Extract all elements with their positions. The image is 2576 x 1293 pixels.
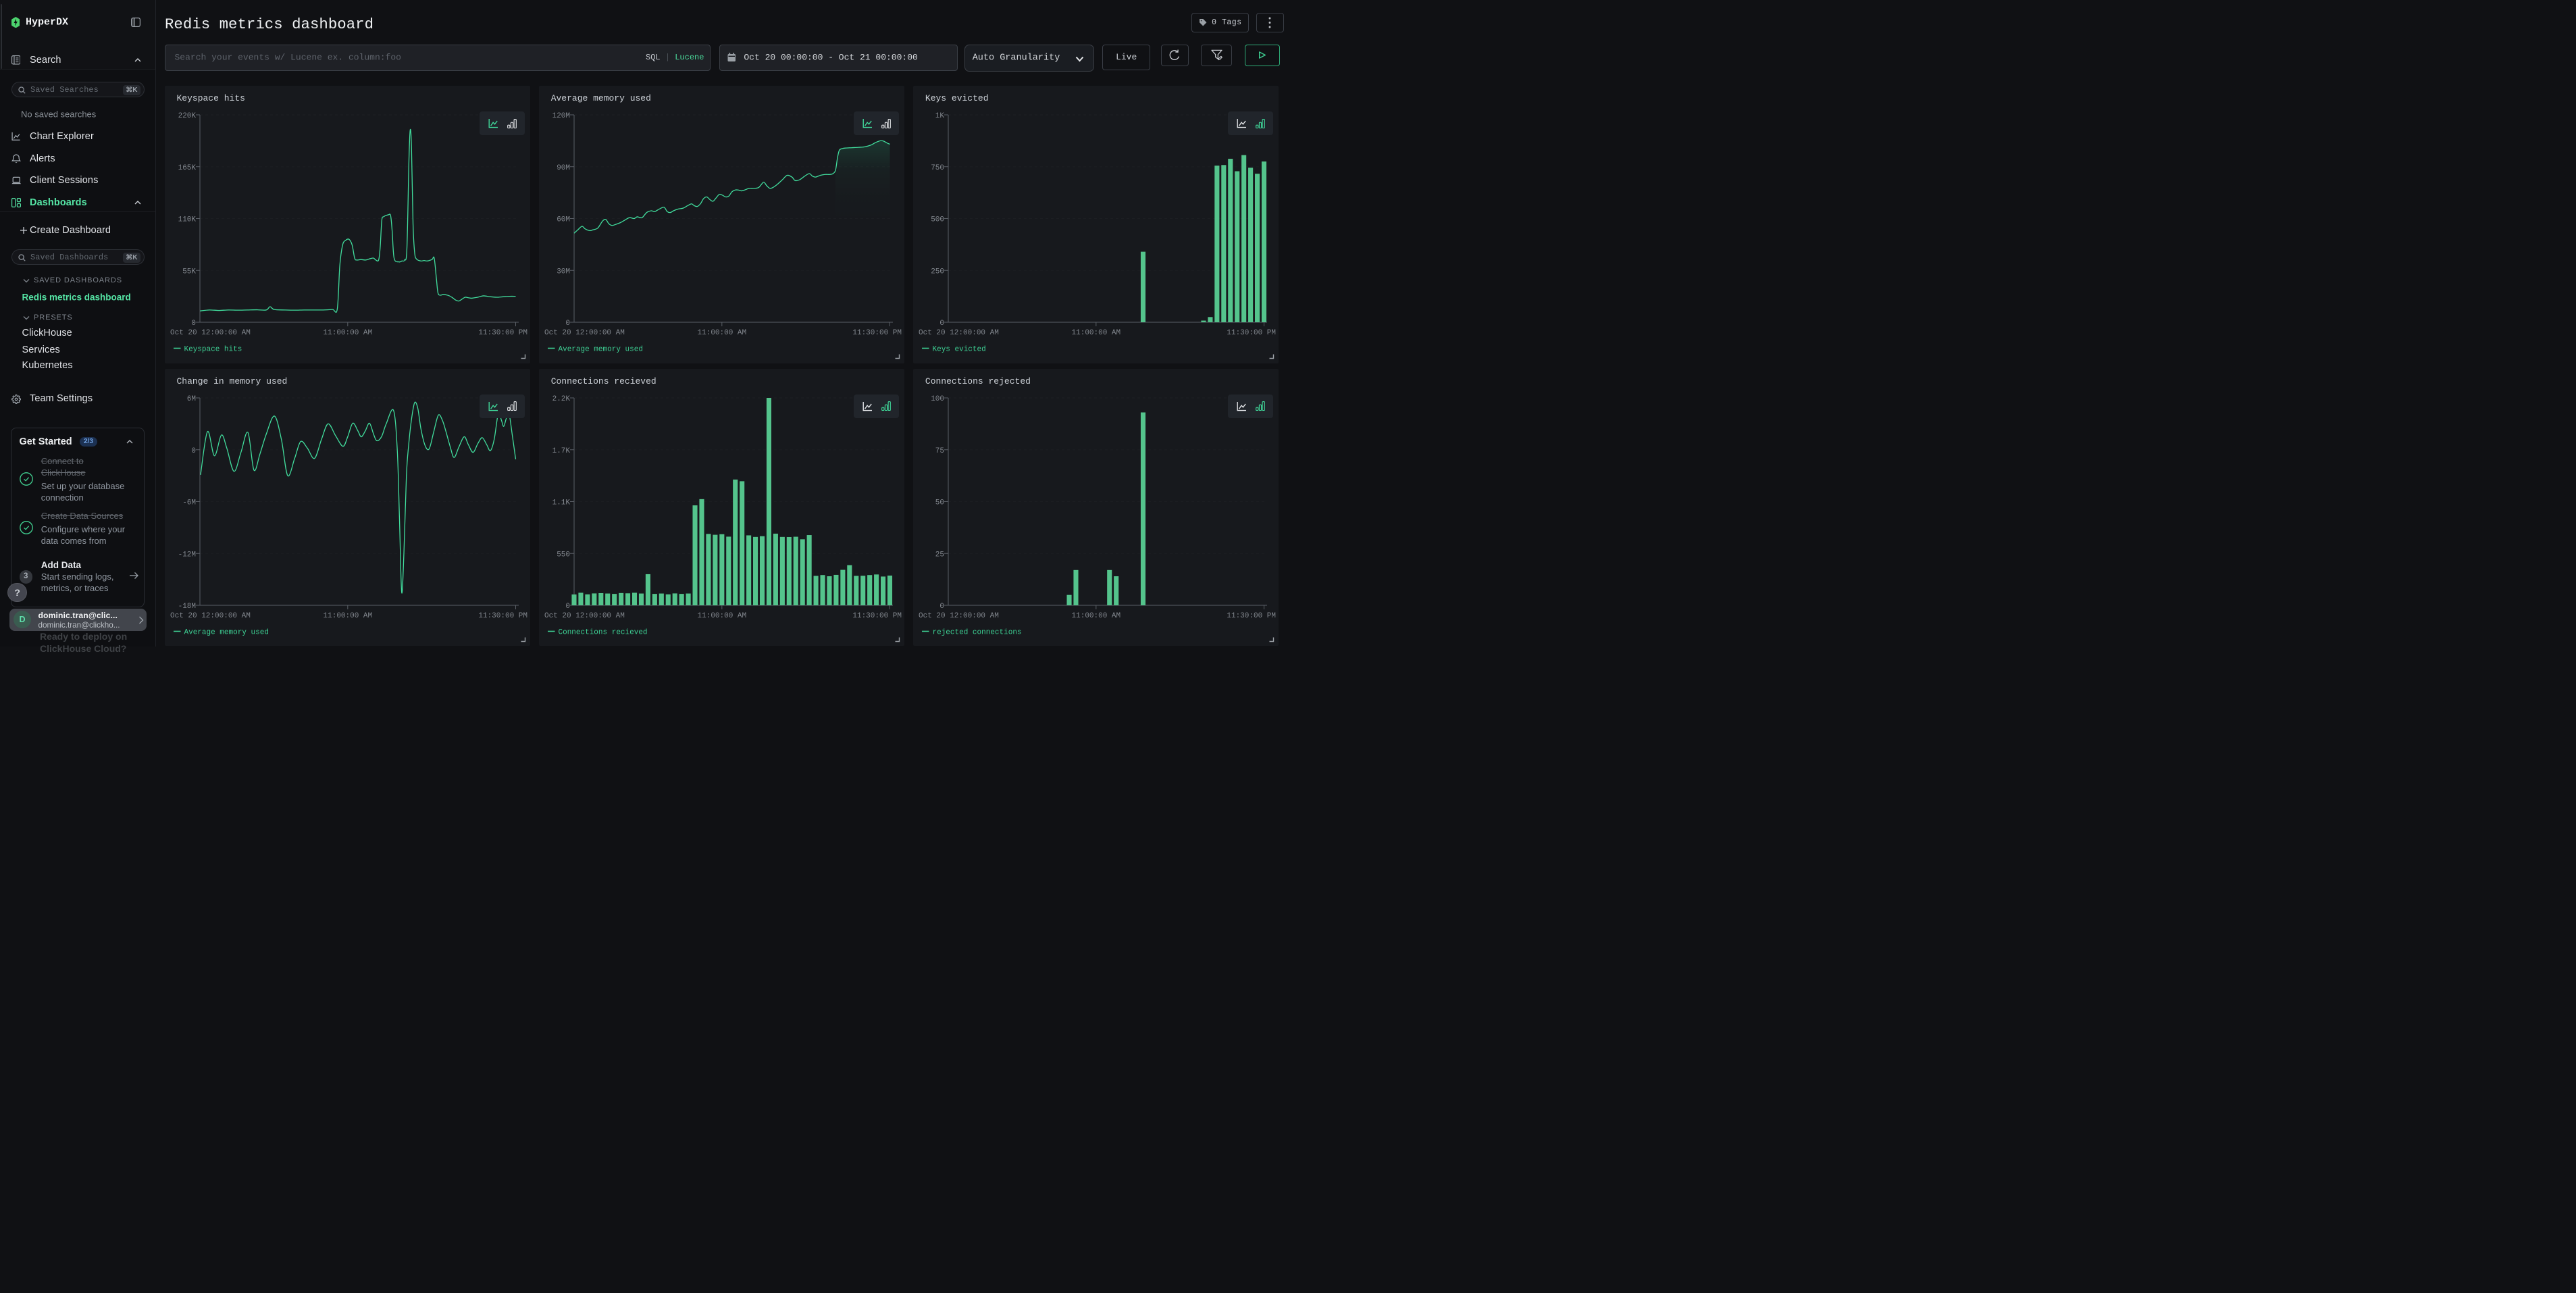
svg-text:11:00:00 AM: 11:00:00 AM (697, 329, 746, 337)
svg-text:0: 0 (939, 320, 944, 328)
svg-text:0: 0 (939, 603, 944, 611)
svg-text:Oct 20 12:00:00 AM: Oct 20 12:00:00 AM (544, 329, 625, 337)
svg-text:rejected connections: rejected connections (932, 628, 1021, 636)
svg-text:-12M: -12M (178, 551, 195, 559)
svg-text:220K: 220K (178, 112, 196, 120)
svg-text:75: 75 (935, 447, 944, 455)
svg-text:11:00:00 AM: 11:00:00 AM (1071, 612, 1120, 620)
svg-text:Oct 20 12:00:00 AM: Oct 20 12:00:00 AM (544, 612, 625, 620)
svg-text:1.7K: 1.7K (552, 447, 570, 455)
svg-text:6M: 6M (186, 395, 195, 403)
svg-text:Oct 20 12:00:00 AM: Oct 20 12:00:00 AM (170, 329, 251, 337)
svg-text:110K: 110K (178, 216, 196, 224)
svg-text:11:30:00 PM: 11:30:00 PM (478, 329, 527, 337)
svg-text:0: 0 (191, 320, 196, 328)
svg-text:11:00:00 AM: 11:00:00 AM (697, 612, 746, 620)
svg-text:90M: 90M (557, 164, 570, 172)
svg-text:250: 250 (931, 268, 944, 276)
svg-text:Oct 20 12:00:00 AM: Oct 20 12:00:00 AM (170, 612, 251, 620)
svg-text:100: 100 (931, 395, 944, 403)
svg-text:55K: 55K (182, 268, 196, 276)
svg-text:25: 25 (935, 551, 944, 559)
svg-text:30M: 30M (557, 268, 570, 276)
svg-text:11:30:00 PM: 11:30:00 PM (1227, 612, 1276, 620)
svg-text:50: 50 (935, 499, 944, 507)
svg-text:550: 550 (557, 551, 570, 559)
svg-text:500: 500 (931, 216, 944, 224)
svg-text:-6M: -6M (182, 499, 196, 507)
svg-text:1K: 1K (935, 112, 945, 120)
svg-text:11:30:00 PM: 11:30:00 PM (852, 329, 902, 337)
svg-text:165K: 165K (178, 164, 196, 172)
svg-text:11:30:00 PM: 11:30:00 PM (1227, 329, 1276, 337)
svg-text:11:00:00 AM: 11:00:00 AM (323, 612, 372, 620)
svg-text:-18M: -18M (178, 603, 195, 611)
svg-text:11:30:00 PM: 11:30:00 PM (478, 612, 527, 620)
svg-text:750: 750 (931, 164, 944, 172)
svg-text:Keys evicted: Keys evicted (932, 345, 985, 353)
svg-text:120M: 120M (552, 112, 569, 120)
svg-text:0: 0 (565, 320, 570, 328)
svg-text:11:00:00 AM: 11:00:00 AM (1071, 329, 1120, 337)
svg-text:Connections recieved: Connections recieved (558, 628, 647, 636)
svg-text:11:00:00 AM: 11:00:00 AM (323, 329, 372, 337)
svg-text:Keyspace hits: Keyspace hits (184, 345, 242, 353)
svg-text:11:30:00 PM: 11:30:00 PM (852, 612, 902, 620)
svg-text:Oct 20 12:00:00 AM: Oct 20 12:00:00 AM (919, 612, 999, 620)
svg-text:0: 0 (565, 603, 570, 611)
svg-text:60M: 60M (557, 216, 570, 224)
svg-text:Oct 20 12:00:00 AM: Oct 20 12:00:00 AM (919, 329, 999, 337)
svg-text:1.1K: 1.1K (552, 499, 570, 507)
svg-text:Average memory used: Average memory used (558, 345, 642, 353)
svg-text:Average memory used: Average memory used (184, 628, 268, 636)
svg-text:0: 0 (191, 447, 196, 455)
svg-text:2.2K: 2.2K (552, 395, 570, 403)
